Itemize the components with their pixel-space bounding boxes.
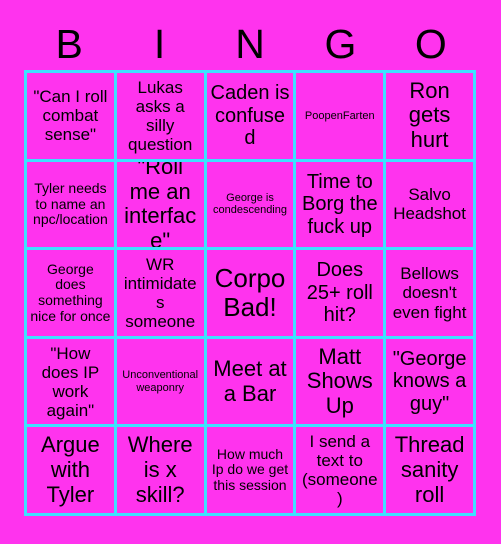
bingo-cell[interactable]: Salvo Headshot (386, 161, 473, 248)
bingo-cell[interactable]: Does 25+ roll hit? (296, 250, 384, 336)
bingo-cell-label: How much Ip do we get this session (211, 445, 289, 494)
bingo-cell-label: Unconventional weaponry (122, 369, 199, 394)
bingo-cell-label: Argue with Tyler (41, 432, 100, 507)
bingo-cell-label: "Can I roll combat sense" (33, 87, 108, 145)
bingo-cell-label: Meet at a Bar (213, 355, 287, 406)
bingo-cell-label: Ron gets hurt (408, 77, 451, 153)
bingo-header-row: B I N G O (24, 18, 476, 70)
bingo-cell[interactable]: "George knows a guy" (386, 338, 473, 425)
bingo-cell-label: WR intimidates someone (123, 254, 197, 332)
bingo-cell[interactable]: Tyler needs to name an npc/location (27, 161, 114, 248)
bingo-cell-label: "George knows a guy" (392, 348, 467, 415)
bingo-cell[interactable]: Bellows doesn't even fight (386, 250, 473, 336)
header-letter-i: I (153, 20, 166, 67)
bingo-cell[interactable]: WR intimidates someone (116, 250, 204, 336)
bingo-cell[interactable]: "Can I roll combat sense" (27, 73, 114, 159)
bingo-cell[interactable]: "How does IP work again" (27, 338, 114, 425)
bingo-cell[interactable]: Time to Borg the fuck up (296, 161, 384, 248)
header-letter-o: O (414, 20, 447, 67)
bingo-cell-label: Lukas asks a silly question (128, 77, 193, 154)
bingo-cell[interactable]: Meet at a Bar (206, 338, 294, 425)
bingo-cell[interactable]: PoopenFarten (296, 73, 384, 159)
bingo-cell[interactable]: Matt Shows Up (296, 338, 384, 425)
bingo-cell-label: Does 25+ roll hit? (306, 259, 373, 327)
bingo-cell-label: Time to Borg the fuck up (301, 170, 378, 238)
bingo-cell-label: PoopenFarten (304, 109, 375, 122)
bingo-cell-label: Matt Shows Up (306, 343, 373, 418)
bingo-cell-label: "Roll me an interface" (124, 161, 197, 248)
bingo-cell-label: Corpo Bad! (214, 262, 286, 322)
bingo-cell[interactable]: Lukas asks a silly question (116, 73, 204, 159)
bingo-cell[interactable]: Thread sanity roll (386, 427, 473, 513)
bingo-grid: "Can I roll combat sense" Lukas asks a s… (24, 70, 476, 516)
bingo-cell[interactable]: I send a text to (someone) (296, 427, 384, 513)
bingo-cell[interactable]: Argue with Tyler (27, 427, 114, 513)
bingo-cell[interactable]: Unconventional weaponry (116, 338, 204, 425)
bingo-cell[interactable]: Ron gets hurt (386, 73, 473, 159)
bingo-cell[interactable]: George does something nice for once (27, 250, 114, 336)
bingo-card: B I N G O "Can I roll combat sense" Luka… (0, 0, 501, 544)
bingo-cell-label: Where is x skill? (127, 432, 193, 507)
bingo-cell-label: Thread sanity roll (394, 432, 465, 507)
bingo-cell-label: George is condescending (212, 192, 287, 217)
bingo-cell-label: "How does IP work again" (41, 343, 100, 420)
bingo-cell[interactable]: How much Ip do we get this session (206, 427, 294, 513)
bingo-cell-label: I send a text to (someone) (301, 432, 378, 509)
bingo-cell-label: Salvo Headshot (393, 185, 466, 224)
bingo-cell-label: Caden is confused (210, 82, 290, 149)
header-letter-g: G (324, 20, 357, 67)
bingo-cell-center[interactable]: Corpo Bad! (206, 250, 294, 336)
bingo-cell-label: Tyler needs to name an npc/location (33, 179, 108, 228)
bingo-cell[interactable]: "Roll me an interface" (116, 161, 204, 248)
header-letter-b: B (55, 20, 83, 67)
bingo-cell[interactable]: Caden is confused (206, 73, 294, 159)
header-letter-n: N (235, 20, 265, 67)
bingo-cell-label: George does something nice for once (30, 260, 111, 324)
bingo-cell[interactable]: George is condescending (206, 161, 294, 248)
bingo-cell[interactable]: Where is x skill? (116, 427, 204, 513)
bingo-cell-label: Bellows doesn't even fight (392, 264, 467, 322)
